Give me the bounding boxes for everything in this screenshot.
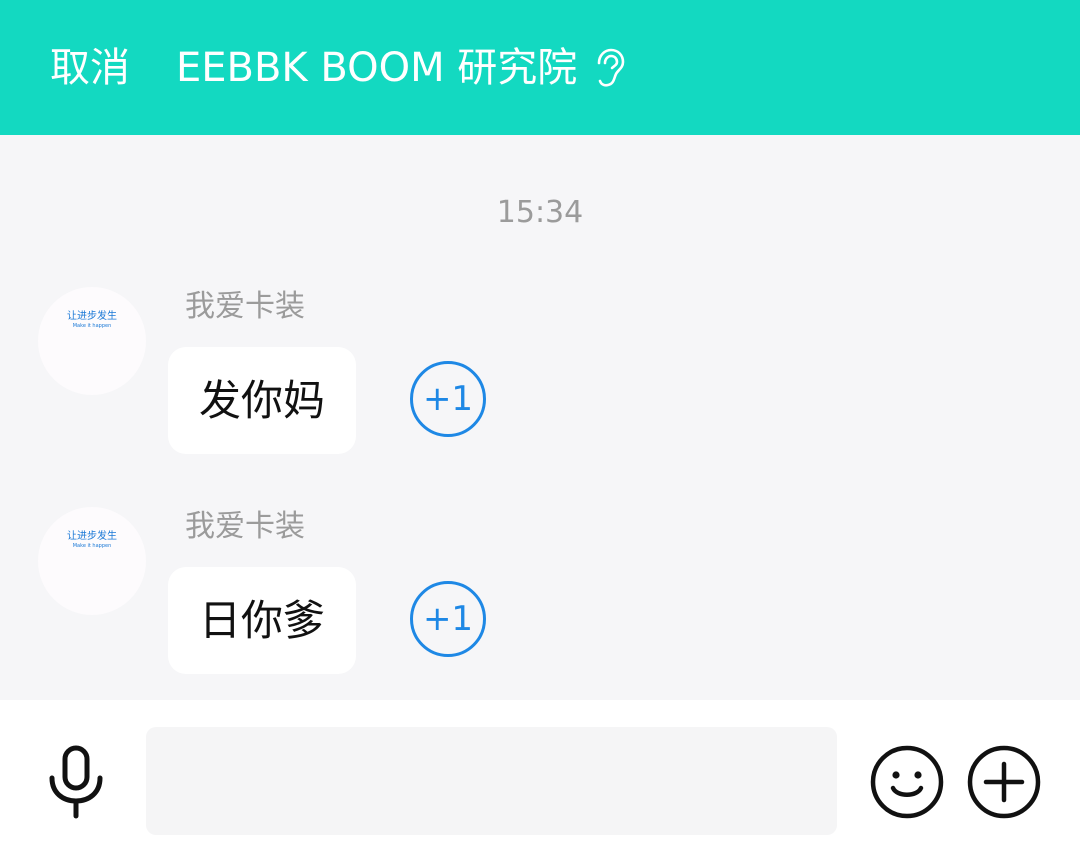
message-timestamp: 15:34 [496,195,584,230]
avatar-logo-text: 让进步发生 [67,311,117,322]
avatar[interactable]: 让进步发生 Make it happen [38,287,146,395]
message-bubble[interactable]: 发你妈 [168,347,356,454]
message-item: 让进步发生 Make it happen 我爱卡装 发你妈 +1 [0,287,1080,477]
message-item: 让进步发生 Make it happen 我爱卡装 日你爹 +1 [0,507,1080,697]
microphone-icon[interactable] [46,745,106,819]
emoji-icon[interactable] [869,744,945,820]
plus-one-button[interactable]: +1 [410,361,486,437]
message-input[interactable] [146,727,837,835]
avatar-logo-subtext: Make it happen [72,543,112,549]
avatar-logo-subtext: Make it happen [72,323,112,329]
avatar[interactable]: 让进步发生 Make it happen [38,507,146,615]
plus-one-button[interactable]: +1 [410,581,486,657]
sender-name: 我爱卡装 [185,509,305,544]
avatar-logo-text: 让进步发生 [67,531,117,542]
header-bar: 取消 EEBBK BOOM 研究院 [0,0,1080,135]
composer-bar [0,700,1080,862]
message-bubble[interactable]: 日你爹 [168,567,356,674]
plus-icon[interactable] [966,744,1042,820]
message-list[interactable]: 15:34 让进步发生 Make it happen 我爱卡装 发你妈 +1 让… [0,135,1080,700]
sender-name: 我爱卡装 [185,289,305,324]
chat-title: EEBBK BOOM 研究院 [176,45,578,91]
chat-screen: 取消 EEBBK BOOM 研究院 15:34 让进步发生 Make it ha… [0,0,1080,862]
ear-icon [597,48,625,87]
cancel-button[interactable]: 取消 [50,40,130,96]
